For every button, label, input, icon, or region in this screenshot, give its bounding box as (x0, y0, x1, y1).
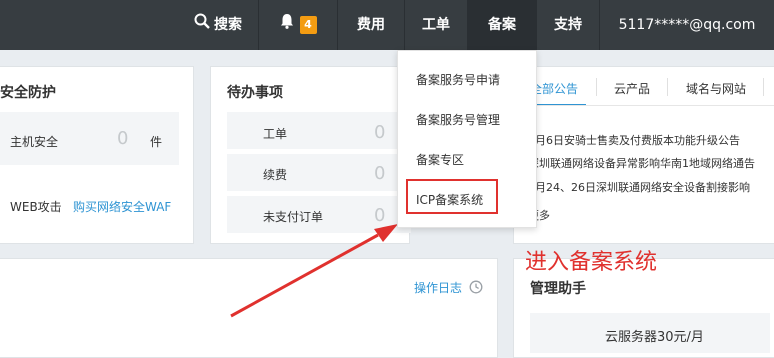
dropdown-item-apply[interactable]: 备案服务号申请 (416, 71, 500, 88)
tab-domain-website[interactable]: 域名与网站 (686, 80, 746, 97)
bell-icon (280, 0, 294, 50)
search-button[interactable]: 搜索 (178, 0, 258, 50)
annotation-text: 进入备案系统 (525, 250, 658, 275)
web-attack-label: WEB攻击 (10, 200, 62, 214)
todo-panel: 待办事项 工单 0 续费 0 未支付订单 0 (210, 66, 411, 244)
todo-item-unpaid-count: 0 (374, 205, 386, 226)
dropdown-item-zone[interactable]: 备案专区 (416, 151, 464, 168)
tab-cloud-products[interactable]: 云产品 (614, 80, 650, 97)
security-panel: 安全防护 主机安全 0 件 WEB攻击 购买网络安全WAF (0, 66, 194, 244)
notification-button[interactable]: 4 (259, 0, 337, 50)
operation-log-link[interactable]: 操作日志 (414, 279, 483, 297)
buy-waf-link[interactable]: 购买网络安全WAF (73, 198, 171, 215)
dropdown-item-icp-system[interactable]: ICP备案系统 (416, 191, 483, 208)
notice-item[interactable]: 5月24、26日深圳联通网络安全设备割接影响 (528, 179, 750, 195)
search-label: 搜索 (214, 17, 242, 33)
host-security-unit: 件 (150, 135, 163, 149)
operation-log-panel (0, 258, 498, 358)
notice-item[interactable]: 6月6日安骑士售卖及付费版本功能升级公告 (528, 132, 740, 148)
operation-log-label: 操作日志 (414, 281, 463, 295)
top-navigation-bar: 搜索 4 费用 工单 备案 支持 5117*****@qq.com (0, 0, 774, 50)
search-icon (194, 0, 210, 50)
nav-fee[interactable]: 费用 (338, 0, 404, 50)
todo-item-renew-label: 续费 (263, 168, 288, 182)
notice-tabs-divider (514, 105, 774, 106)
host-security-label: 主机安全 (10, 135, 59, 149)
host-security-count: 0 (117, 128, 129, 149)
notice-item[interactable]: 深圳联通网络设备异常影响华南1地域网络通告 (528, 155, 755, 171)
nav-ticket[interactable]: 工单 (405, 0, 467, 50)
todo-item-renew-count: 0 (374, 163, 386, 184)
helper-panel-title: 管理助手 (530, 281, 586, 297)
helper-item-label: 云服务器30元/月 (605, 330, 704, 345)
todo-item-ticket-label: 工单 (263, 127, 288, 141)
tab-all-notices[interactable]: 全部公告 (530, 80, 578, 97)
dropdown-item-manage[interactable]: 备案服务号管理 (416, 111, 500, 128)
clock-icon (469, 280, 483, 297)
notification-count-badge: 4 (299, 16, 317, 34)
nav-beian[interactable]: 备案 (468, 0, 536, 50)
todo-item-ticket-count: 0 (374, 122, 386, 143)
beian-dropdown-menu: 备案服务号申请 备案服务号管理 备案专区 ICP备案系统 (397, 50, 537, 228)
todo-panel-title: 待办事项 (227, 85, 283, 101)
todo-item-unpaid-label: 未支付订单 (263, 210, 324, 224)
security-panel-title: 安全防护 (0, 85, 56, 101)
account-menu[interactable]: 5117*****@qq.com (600, 0, 774, 50)
nav-support[interactable]: 支持 (537, 0, 599, 50)
